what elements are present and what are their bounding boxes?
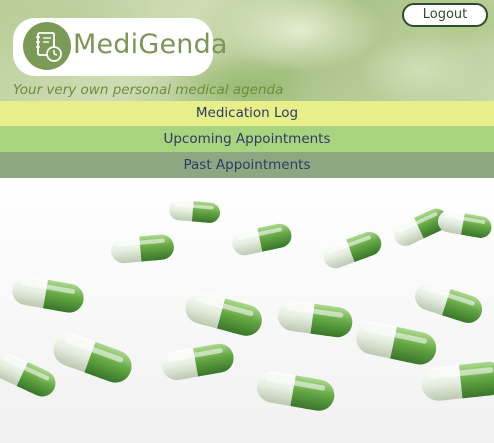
logout-button[interactable]: Logout <box>402 3 488 27</box>
app-name: MediGenda <box>73 29 228 60</box>
capsules-illustration <box>0 179 494 443</box>
main-nav: Medication Log Upcoming Appointments Pas… <box>0 101 494 178</box>
nav-past-appointments[interactable]: Past Appointments <box>0 152 494 178</box>
header-banner: MediGenda Your very own personal medical… <box>0 0 494 101</box>
tagline: Your very own personal medical agenda <box>13 82 284 98</box>
agenda-clock-icon <box>23 22 71 70</box>
hero-capsules-image <box>0 179 494 443</box>
nav-medication-log[interactable]: Medication Log <box>0 101 494 126</box>
nav-upcoming-appointments[interactable]: Upcoming Appointments <box>0 126 494 152</box>
logo[interactable]: MediGenda <box>13 18 227 76</box>
